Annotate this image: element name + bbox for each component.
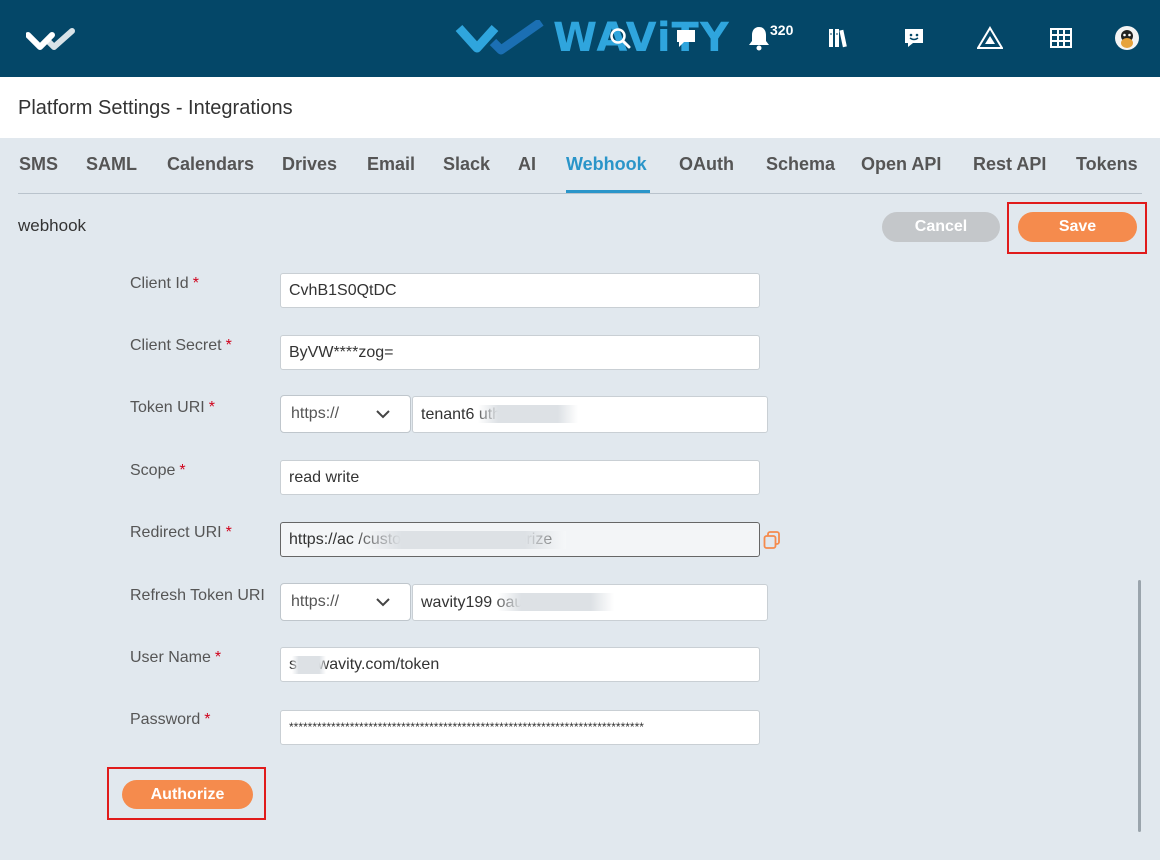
tab-saml[interactable]: SAML — [86, 154, 137, 175]
client-id-label: Client Id * — [130, 275, 199, 292]
tab-schema[interactable]: Schema — [766, 154, 835, 175]
refresh-token-uri-label: Refresh Token URI — [130, 587, 265, 604]
notification-count-badge: 320 — [770, 22, 794, 38]
chat-icon[interactable] — [672, 24, 700, 52]
scope-label: Scope * — [130, 462, 186, 479]
active-tab-indicator — [566, 190, 650, 193]
tab-calendars[interactable]: Calendars — [167, 154, 254, 175]
library-icon[interactable] — [825, 24, 853, 52]
tab-open-api[interactable]: Open API — [861, 154, 941, 175]
section-label: webhook — [18, 216, 87, 235]
brand-name: WAViTY — [553, 15, 730, 61]
save-highlight-box — [1007, 202, 1147, 254]
tab-slack[interactable]: Slack — [443, 154, 490, 175]
token-uri-input[interactable]: tenant6 uth/token — [412, 396, 768, 433]
top-navigation-bar: WAViTY 320 — [0, 0, 1160, 77]
token-uri-scheme-value: https:// — [291, 405, 340, 422]
tab-oauth[interactable]: OAuth — [679, 154, 734, 175]
tab-ai[interactable]: AI — [518, 154, 536, 175]
grid-icon[interactable] — [1047, 24, 1075, 52]
user-name-label: User Name * — [130, 649, 222, 666]
tab-email[interactable]: Email — [367, 154, 415, 175]
alert-triangle-icon[interactable] — [976, 24, 1004, 52]
redacted-overlay — [360, 531, 566, 549]
page-header: Platform Settings - Integrations — [0, 77, 1160, 138]
token-uri-scheme-select[interactable]: https:// — [280, 395, 411, 433]
bell-icon[interactable] — [745, 24, 773, 52]
tab-drives[interactable]: Drives — [282, 154, 337, 175]
authorize-highlight-box — [107, 767, 266, 820]
redirect-uri-label: Redirect URI * — [130, 524, 232, 541]
tab-sms[interactable]: SMS — [19, 154, 58, 175]
tab-webhook[interactable]: Webhook — [566, 154, 647, 175]
refresh-token-uri-scheme-select[interactable]: https:// — [280, 583, 411, 621]
redacted-overlay — [292, 656, 326, 674]
tab-rest-api[interactable]: Rest API — [973, 154, 1046, 175]
redacted-overlay — [478, 405, 578, 423]
brand-check-icon — [455, 20, 544, 55]
search-icon[interactable] — [606, 24, 634, 52]
refresh-token-uri-scheme-value: https:// — [291, 593, 340, 610]
cancel-button[interactable]: Cancel — [882, 212, 1000, 242]
client-secret-input[interactable]: ByVW****zog= — [280, 335, 760, 370]
chevron-down-icon — [376, 598, 390, 607]
client-secret-label: Client Secret * — [130, 337, 232, 354]
password-label: Password * — [130, 711, 211, 728]
avatar[interactable] — [1113, 24, 1141, 52]
copy-icon[interactable] — [763, 531, 781, 549]
token-uri-label: Token URI * — [130, 399, 215, 416]
redacted-overlay — [498, 593, 614, 611]
client-id-input[interactable]: CvhB1S0QtDC — [280, 273, 760, 308]
chevron-down-icon — [376, 410, 390, 419]
user-name-input[interactable]: s @wavity.com/token — [280, 647, 760, 682]
scrollbar[interactable] — [1138, 580, 1141, 832]
scope-input[interactable]: read write — [280, 460, 760, 495]
app-logo-icon[interactable] — [25, 27, 76, 51]
page-title: Platform Settings - Integrations — [18, 97, 293, 119]
tab-tokens[interactable]: Tokens — [1076, 154, 1138, 175]
message-icon[interactable] — [900, 24, 928, 52]
password-input[interactable]: ****************************************… — [280, 710, 760, 745]
integration-tabs: SMS SAML Calendars Drives Email Slack AI… — [18, 138, 1142, 194]
